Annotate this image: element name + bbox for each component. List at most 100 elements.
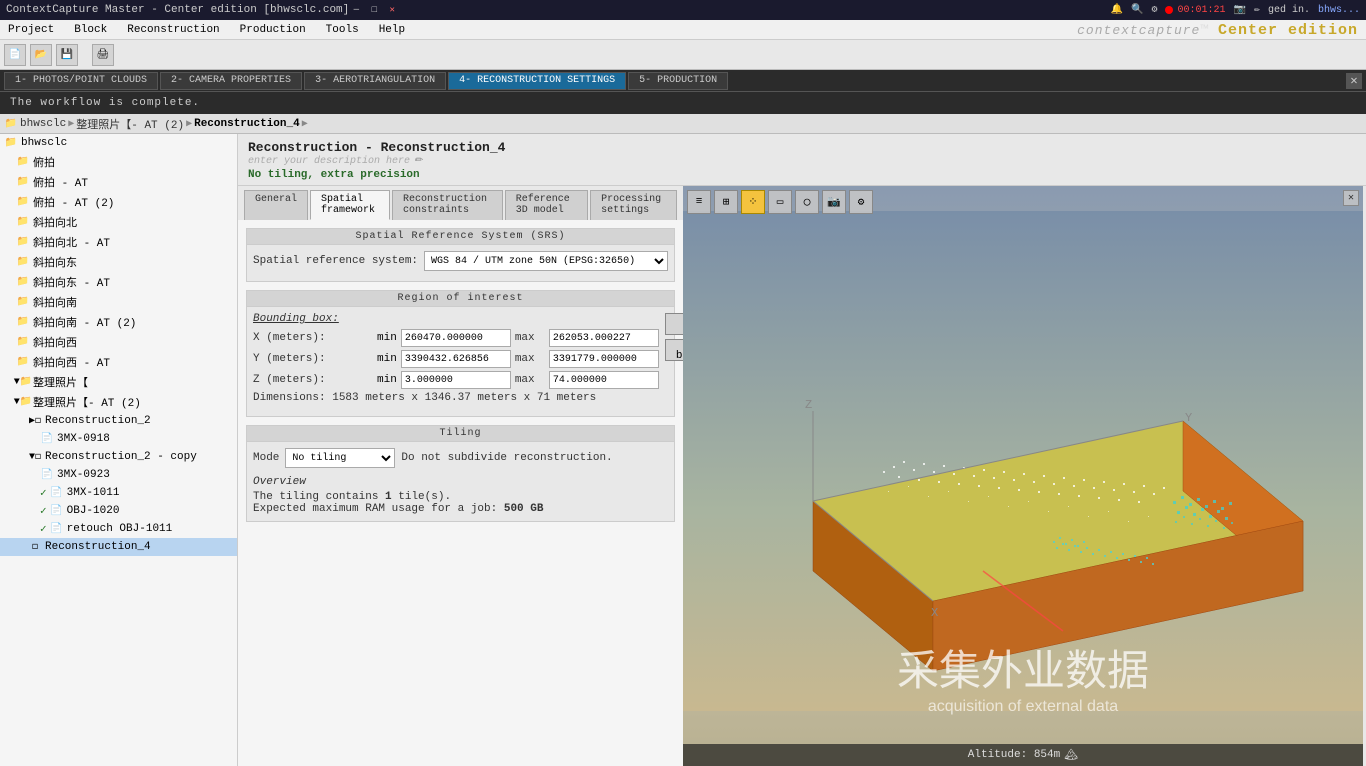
view-layers-btn[interactable]: ≡ [687,190,711,214]
ti-label-7: 斜拍向南 [33,294,77,310]
tiling-section: Tiling Mode No tiling Do not subdivide r… [246,425,675,522]
tree-root[interactable]: 📁 bhwsclc [0,134,237,152]
srs-select[interactable]: WGS 84 / UTM zone 50N (EPSG:32650) [424,251,668,271]
mode-select[interactable]: No tiling [285,448,395,468]
workflow-close-btn[interactable]: ✕ [1346,73,1362,89]
workflow-step-1[interactable]: 1- PHOTOS/POINT CLOUDS [4,72,158,90]
reset-bounds-btn[interactable]: Reset bounds... ▼ [665,339,683,361]
workflow-step-4[interactable]: 4- RECONSTRUCTION SETTINGS [448,72,626,90]
ti-label-12: 整理照片【- AT (2) [33,394,141,410]
view-circle-btn[interactable]: ◯ [795,190,819,214]
maximize-btn[interactable]: □ [367,3,381,17]
rec-time: 00:01:21 [1177,5,1225,16]
tree-item-1[interactable]: 📁 俯拍 - AT [0,172,237,192]
breadcrumb-parent[interactable]: 整理照片【- AT (2) [76,116,184,132]
tab-general[interactable]: General [244,190,308,220]
roi-title: Region of interest [247,291,674,307]
view-grid-btn[interactable]: ⊞ [714,190,738,214]
tab-processing[interactable]: Processing settings [590,190,677,220]
import-kml-btn[interactable]: Import from KML... [665,313,683,335]
ti-label-11: 整理照片【 [33,374,88,390]
menu-reconstruction[interactable]: Reconstruction [123,22,223,38]
tree-item-6[interactable]: 📁 斜拍向东 - AT [0,272,237,292]
export-btn[interactable]: 🖨 [92,44,114,66]
x-max-input[interactable] [549,329,659,347]
tree-item-0[interactable]: 📁 俯拍 [0,152,237,172]
new-btn[interactable]: 📄 [4,44,26,66]
view-camera-btn[interactable]: 📷 [822,190,846,214]
tree-item-8[interactable]: 📁 斜拍向南 - AT (2) [0,312,237,332]
open-btn[interactable]: 📂 [30,44,52,66]
tiling-title: Tiling [247,426,674,442]
edit-icon[interactable]: ✏ [414,155,422,167]
ti-label-9: 斜拍向西 [33,334,77,350]
tree-item-2[interactable]: 📁 俯拍 - AT (2) [0,192,237,212]
tree-item-3[interactable]: 📁 斜拍向北 [0,212,237,232]
menu-project[interactable]: Project [4,22,58,38]
view-pointcloud-btn[interactable]: ⁘ [741,190,765,214]
x-min-input[interactable] [401,329,511,347]
tree-item-4[interactable]: 📁 斜拍向北 - AT [0,232,237,252]
menu-help[interactable]: Help [375,22,409,38]
recon-mode: No tiling, extra precision [248,169,1356,181]
sys-tray-icon2: 🔍 [1131,4,1143,16]
svg-text:X: X [931,606,938,620]
ti-icon-14: 📄 [40,432,54,446]
tab-constraints[interactable]: Reconstruction constraints [392,190,503,220]
view-3d-toolbar: ≡ ⊞ ⁘ ▭ ◯ 📷 ⚙ [687,190,873,214]
tree-item-18[interactable]: ✓ 📄 OBJ-1020 [0,502,237,520]
ti-label-10: 斜拍向西 - AT [33,354,110,370]
ti-label-4: 斜拍向北 - AT [33,234,110,250]
z-min-input[interactable] [401,371,511,389]
workflow-step-2[interactable]: 2- CAMERA PROPERTIES [160,72,302,90]
tree-item-16[interactable]: 📄 3MX-0923 [0,466,237,484]
y-coord-row: Y (meters): min max [253,350,659,368]
z-coord-row: Z (meters): min max [253,371,659,389]
tree-item-10[interactable]: 📁 斜拍向西 - AT [0,352,237,372]
recon-title: Reconstruction - Reconstruction_4 [248,140,1356,155]
menu-block[interactable]: Block [70,22,111,38]
view-mesh-btn[interactable]: ▭ [768,190,792,214]
tree-item-19[interactable]: ✓ 📄 retouch OBJ-1011 [0,520,237,538]
breadcrumb-root[interactable]: bhwsclc [20,118,66,130]
view-close-btn[interactable]: ✕ [1343,190,1359,206]
close-btn[interactable]: ✕ [385,3,399,17]
tree-root-label: bhwsclc [21,137,67,149]
tree-item-11[interactable]: ▼📁 整理照片【 [0,372,237,392]
roi-section: Region of interest Bounding box: X (mete… [246,290,675,417]
ti-label-2: 俯拍 - AT (2) [33,194,114,210]
z-max-input[interactable] [549,371,659,389]
ti-icon-11: ▼📁 [16,375,30,389]
tree-item-15[interactable]: ▼◻ Reconstruction_2 - copy [0,448,237,466]
srs-row: Spatial reference system: WGS 84 / UTM z… [253,251,668,271]
dimensions-text: Dimensions: 1583 meters x 1346.37 meters… [253,392,659,404]
tree-item-17[interactable]: ✓ 📄 3MX-1011 [0,484,237,502]
tree-item-9[interactable]: 📁 斜拍向西 [0,332,237,352]
view-settings-btn[interactable]: ⚙ [849,190,873,214]
tree-item-13[interactable]: ▶◻ Reconstruction_2 [0,412,237,430]
recon-header: Reconstruction - Reconstruction_4 enter … [238,134,1366,186]
ti-icon-16: 📄 [40,468,54,482]
tree-item-5[interactable]: 📁 斜拍向东 [0,252,237,272]
tree-item-7[interactable]: 📁 斜拍向南 [0,292,237,312]
y-min-input[interactable] [401,350,511,368]
menu-production[interactable]: Production [236,22,310,38]
tree-item-12[interactable]: ▼📁 整理照片【- AT (2) [0,392,237,412]
y-label: Y (meters): [253,353,373,365]
menu-tools[interactable]: Tools [322,22,363,38]
ti-icon-18: 📄 [50,504,64,518]
sys-tray-link[interactable]: bhws... [1318,5,1360,16]
y-max-input[interactable] [549,350,659,368]
save-btn[interactable]: 💾 [56,44,78,66]
tree-item-14[interactable]: 📄 3MX-0918 [0,430,237,448]
panel-content: Spatial Reference System (SRS) Spatial r… [238,220,683,766]
x-coord-row: X (meters): min max [253,329,659,347]
minimize-btn[interactable]: ─ [349,3,363,17]
tree-item-20[interactable]: ◻ Reconstruction_4 [0,538,237,556]
ram-usage: 500 GB [504,503,544,515]
workflow-step-3[interactable]: 3- AEROTRIANGULATION [304,72,446,90]
recon-desc-text: enter your description here [248,156,410,167]
workflow-step-5[interactable]: 5- PRODUCTION [628,72,728,90]
tab-reference[interactable]: Reference 3D model [505,190,588,220]
tab-spatial[interactable]: Spatial framework [310,190,390,220]
